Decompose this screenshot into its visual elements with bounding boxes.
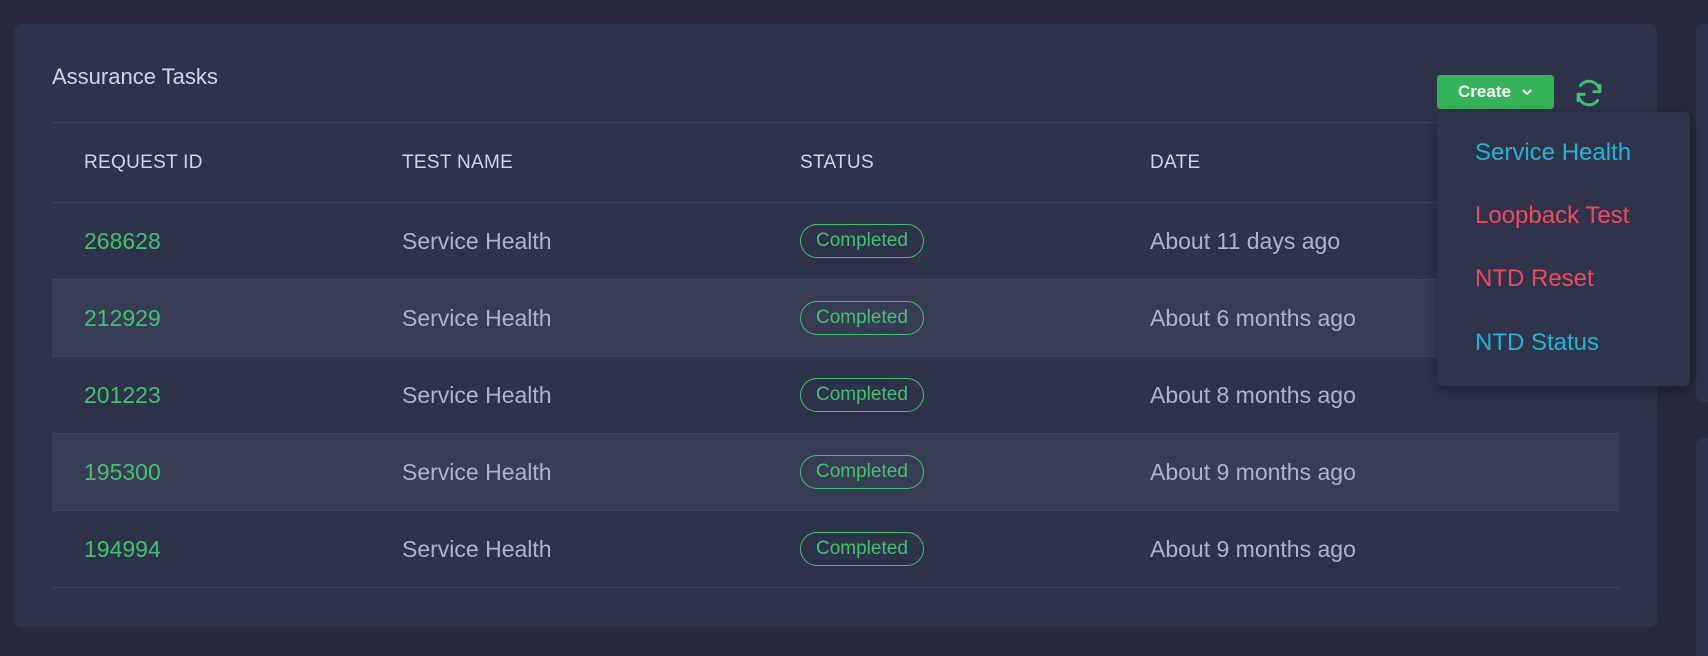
tasks-table: REQUEST ID TEST NAME STATUS DATE 268628 … [52,123,1619,588]
request-id-link[interactable]: 268628 [84,203,161,279]
request-id-link[interactable]: 201223 [84,357,161,433]
create-button-label: Create [1458,82,1511,101]
status-cell: Completed [800,511,924,587]
status-cell: Completed [800,434,924,510]
date-cell: About 9 months ago [1150,459,1356,485]
test-name-cell: Service Health [402,536,552,562]
table-row[interactable]: 268628 Service Health Completed About 11… [52,203,1619,280]
chevron-down-icon [1522,89,1532,95]
status-cell: Completed [800,357,924,433]
column-header-test-name[interactable]: TEST NAME [402,123,513,202]
date-cell: About 8 months ago [1150,382,1356,408]
table-row[interactable]: 212929 Service Health Completed About 6 … [52,280,1619,357]
table-header: REQUEST ID TEST NAME STATUS DATE [52,123,1619,203]
status-badge: Completed [800,455,924,489]
adjacent-panel-edge [1696,438,1708,656]
status-badge: Completed [800,378,924,412]
refresh-icon[interactable] [1573,77,1605,109]
status-badge: Completed [800,532,924,566]
test-name-cell: Service Health [402,228,552,254]
table-row[interactable]: 201223 Service Health Completed About 8 … [52,357,1619,434]
menu-item-loopback-test[interactable]: Loopback Test [1475,196,1629,236]
request-id-link[interactable]: 195300 [84,434,161,510]
card-title: Assurance Tasks [52,64,218,89]
request-id-link[interactable]: 212929 [84,280,161,356]
create-button[interactable]: Create [1437,75,1554,109]
date-cell: About 9 months ago [1150,536,1356,562]
table-row[interactable]: 195300 Service Health Completed About 9 … [52,434,1619,511]
adjacent-panel-edge [1696,24,1708,402]
test-name-cell: Service Health [402,382,552,408]
menu-item-ntd-reset[interactable]: NTD Reset [1475,259,1594,299]
status-badge: Completed [800,301,924,335]
column-header-request-id[interactable]: REQUEST ID [84,123,203,202]
date-cell: About 6 months ago [1150,305,1356,331]
column-header-date[interactable]: DATE [1150,123,1200,202]
status-badge: Completed [800,224,924,258]
date-cell: About 11 days ago [1150,228,1341,254]
menu-item-ntd-status[interactable]: NTD Status [1475,323,1599,363]
test-name-cell: Service Health [402,459,552,485]
menu-item-service-health[interactable]: Service Health [1475,133,1631,173]
create-dropdown-menu: Service Health Loopback Test NTD Reset N… [1437,112,1690,386]
status-cell: Completed [800,203,924,279]
test-name-cell: Service Health [402,305,552,331]
request-id-link[interactable]: 194994 [84,511,161,587]
assurance-tasks-card: Assurance Tasks REQUEST ID TEST NAME STA… [14,24,1657,627]
table-row[interactable]: 194994 Service Health Completed About 9 … [52,511,1619,588]
status-cell: Completed [800,280,924,356]
column-header-status[interactable]: STATUS [800,123,874,202]
